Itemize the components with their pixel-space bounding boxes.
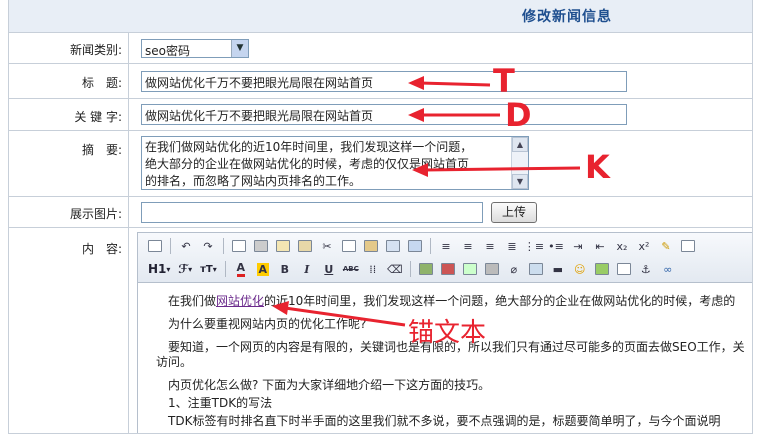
dotted-line-icon[interactable]: ⁞⁞ (362, 259, 384, 279)
summary-line: 的排名，而忽略了网站内页排名的工作。 (145, 174, 362, 188)
page-title: 修改新闻信息 (522, 9, 612, 25)
image-row: 展示图片: 上传 (9, 197, 752, 228)
keywords-label: 关 键 字: (74, 110, 122, 124)
heading-dropdown[interactable]: H1 ▾ (144, 259, 174, 279)
align-right-icon[interactable]: ≡ (479, 236, 501, 256)
clear-format-icon[interactable]: ✎ (655, 236, 677, 256)
summary-line: 在我们做网站优化的近10年时间里，我们发现这样一个问题， (145, 140, 473, 154)
preview-icon[interactable] (228, 236, 250, 256)
toolbar-separator (409, 261, 411, 277)
subscript-icon[interactable]: x₂ (611, 236, 633, 256)
font-dropdown[interactable]: ℱ ▾ (174, 259, 196, 279)
ordered-list-icon[interactable]: ⋮≡ (523, 236, 545, 256)
bold-icon[interactable]: B (274, 259, 296, 279)
form-header: 修改新闻信息 (9, 0, 752, 33)
select-all-icon[interactable] (677, 236, 699, 256)
toolbar-separator (430, 238, 431, 254)
print-icon[interactable] (250, 236, 272, 256)
content-paragraph: 在我们做网站优化的近10年时间里，我们发现这样一个问题，绝大部分的企业在做网站优… (168, 294, 736, 308)
cut-icon[interactable]: ✂ (316, 236, 338, 256)
anchor-icon[interactable]: ⚓ (635, 259, 657, 279)
summary-textarea[interactable]: 在我们做网站优化的近10年时间里，我们发现这样一个问题， 绝大部分的企业在做网站… (141, 136, 529, 190)
scroll-up-icon[interactable]: ▲ (512, 137, 528, 152)
paste-icon[interactable] (360, 236, 382, 256)
insert-media-icon[interactable] (459, 259, 481, 279)
eraser-icon[interactable]: ⌫ (384, 259, 406, 279)
chevron-down-icon: ▼ (231, 40, 248, 57)
editor-toolbar: ↶ ↷ ✂ ≡ ≡ ≡ ≣ ⋮≡ •≡ ⇥ ⇤ x₂ x² ✎ H1 ▾ ℱ ▾… (138, 233, 752, 283)
title-label: 标 题: (81, 76, 122, 90)
summary-scrollbar[interactable]: ▲ ▼ (511, 137, 528, 189)
copy-icon[interactable] (338, 236, 360, 256)
upload-button[interactable]: 上传 (491, 202, 537, 223)
undo-icon[interactable]: ↶ (175, 236, 197, 256)
category-row: 新闻类别: seo密码 ▼ (9, 33, 752, 64)
insert-hr-icon[interactable]: ▬ (547, 259, 569, 279)
content-row: 内 容: ↶ ↷ ✂ ≡ ≡ ≡ ≣ ⋮≡ •≡ ⇥ ⇤ x₂ x² ✎ H1 … (9, 228, 752, 433)
align-center-icon[interactable]: ≡ (457, 236, 479, 256)
anchor-link[interactable]: 网站优化 (216, 294, 264, 308)
category-select[interactable]: seo密码 ▼ (141, 39, 249, 58)
scroll-down-icon[interactable]: ▼ (512, 174, 528, 189)
edit-news-form: 修改新闻信息 新闻类别: seo密码 ▼ 标 题: 做网站优化千万不要把眼光局限… (8, 0, 753, 434)
superscript-icon[interactable]: x² (633, 236, 655, 256)
indent-icon[interactable]: ⇥ (567, 236, 589, 256)
toolbar-row-1: ↶ ↷ ✂ ≡ ≡ ≡ ≣ ⋮≡ •≡ ⇥ ⇤ x₂ x² ✎ (144, 236, 699, 256)
bullet-list-icon[interactable]: •≡ (545, 236, 567, 256)
summary-label: 摘 要: (81, 143, 122, 157)
source-icon[interactable] (144, 236, 166, 256)
summary-row: 摘 要: 在我们做网站优化的近10年时间里，我们发现这样一个问题， 绝大部分的企… (9, 131, 752, 197)
summary-cell: 在我们做网站优化的近10年时间里，我们发现这样一个问题， 绝大部分的企业在做网站… (128, 131, 752, 196)
underline-icon[interactable]: U (318, 259, 340, 279)
insert-flash-icon[interactable] (437, 259, 459, 279)
outdent-icon[interactable]: ⇤ (589, 236, 611, 256)
highlight-color-icon[interactable]: A (252, 259, 274, 279)
insert-image-icon[interactable] (415, 259, 437, 279)
emoticon-icon[interactable]: ☺ (569, 259, 591, 279)
keywords-cell: 做网站优化千万不要把眼光局限在网站首页 (128, 99, 752, 130)
title-row: 标 题: 做网站优化千万不要把眼光局限在网站首页 (9, 64, 752, 99)
page-break-icon[interactable] (613, 259, 635, 279)
category-select-value: seo密码 (145, 44, 190, 58)
toolbar-separator (224, 261, 226, 277)
paste-text-icon[interactable] (382, 236, 404, 256)
toolbar-row-2: H1 ▾ ℱ ▾ тT ▾ A A B I U ABC ⁞⁞ ⌫ ⌀ ▬ ☺ ⚓… (144, 259, 679, 279)
title-input[interactable]: 做网站优化千万不要把眼光局限在网站首页 (141, 71, 627, 92)
strikethrough-icon[interactable]: ABC (340, 259, 362, 279)
image-cell: 上传 (128, 197, 752, 227)
content-paragraph: TDK标签有时排名直下时半手面的这里我们就不多说，要不点强调的是，标题要简单明了… (168, 414, 721, 428)
content-label: 内 容: (81, 242, 122, 256)
image-path-input[interactable] (141, 202, 483, 223)
link-icon[interactable]: ∞ (657, 259, 679, 279)
size-dropdown[interactable]: тT ▾ (196, 259, 221, 279)
toolbar-separator (223, 238, 224, 254)
insert-table-icon[interactable] (525, 259, 547, 279)
paste-word2-icon[interactable] (404, 236, 426, 256)
title-cell: 做网站优化千万不要把眼光局限在网站首页 (128, 64, 752, 98)
template-icon[interactable] (272, 236, 294, 256)
keywords-row: 关 键 字: 做网站优化千万不要把眼光局限在网站首页 (9, 99, 752, 131)
image-label: 展示图片: (69, 207, 122, 221)
keywords-input[interactable]: 做网站优化千万不要把眼光局限在网站首页 (141, 104, 627, 125)
annotation-k: K (585, 148, 610, 186)
annotation-d: D (505, 96, 532, 134)
summary-line: 绝大部分的企业在做网站优化的时候，考虑的仅仅是网站首页 (145, 157, 470, 171)
category-label: 新闻类别: (69, 43, 122, 57)
toolbar-separator (170, 238, 171, 254)
insert-video-icon[interactable] (481, 259, 503, 279)
font-color-icon[interactable]: A (230, 259, 252, 279)
annotation-t: T (493, 62, 515, 100)
italic-icon[interactable]: I (296, 259, 318, 279)
align-justify-icon[interactable]: ≣ (501, 236, 523, 256)
align-left-icon[interactable]: ≡ (435, 236, 457, 256)
editor-content[interactable]: 在我们做网站优化的近10年时间里，我们发现这样一个问题，绝大部分的企业在做网站优… (138, 284, 752, 433)
paste-word-icon[interactable] (294, 236, 316, 256)
gallery-icon[interactable] (591, 259, 613, 279)
category-cell: seo密码 ▼ (128, 33, 752, 63)
attachment-icon[interactable]: ⌀ (503, 259, 525, 279)
annotation-anchor-text: 锚文本 (408, 318, 487, 348)
redo-icon[interactable]: ↷ (197, 236, 219, 256)
